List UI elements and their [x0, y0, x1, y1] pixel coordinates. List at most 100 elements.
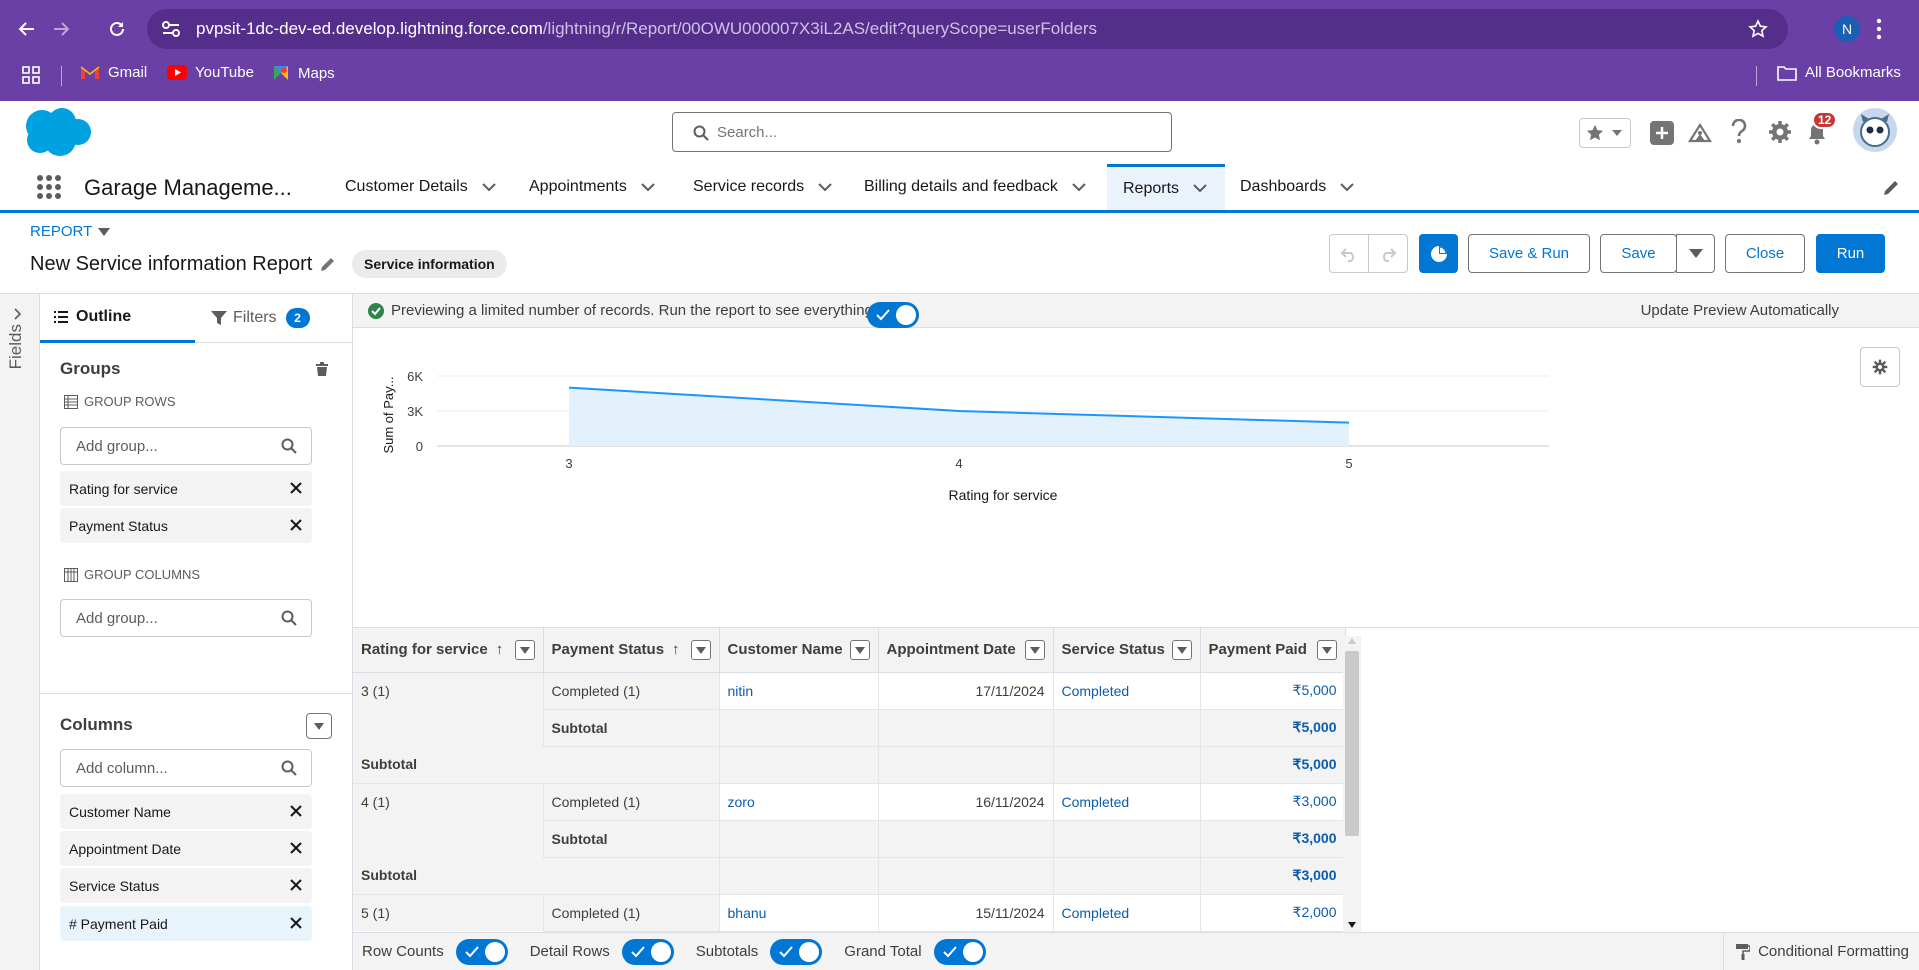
favorites-dropdown-icon[interactable]: [1612, 129, 1622, 137]
chart-toggle-button[interactable]: [1419, 234, 1458, 273]
chevron-down-icon[interactable]: [1340, 182, 1354, 192]
row-counts-toggle[interactable]: [455, 938, 508, 965]
columns-menu-dropdown[interactable]: [306, 713, 332, 739]
scroll-up-icon[interactable]: [1348, 638, 1356, 644]
site-settings-icon[interactable]: [161, 20, 181, 38]
all-bookmarks[interactable]: All Bookmarks: [1777, 64, 1901, 81]
sort-arrow-icon[interactable]: ↑: [672, 641, 680, 658]
address-bar[interactable]: pvpsit-1dc-dev-ed.develop.lightning.forc…: [147, 9, 1788, 49]
remove-icon[interactable]: [289, 518, 303, 532]
column-menu-dropdown[interactable]: [1024, 640, 1045, 660]
column-header[interactable]: Service Status: [1053, 628, 1201, 673]
nav-tab-dashboards[interactable]: Dashboards: [1240, 164, 1354, 210]
remove-icon[interactable]: [289, 481, 303, 495]
global-search-input[interactable]: Search...: [672, 112, 1172, 152]
bookmark-star-icon[interactable]: [1748, 19, 1768, 39]
fields-rail[interactable]: Fields: [0, 294, 40, 970]
column-header[interactable]: Payment Status ↑: [543, 628, 720, 673]
remove-icon[interactable]: [289, 878, 303, 892]
salesforce-logo[interactable]: [20, 106, 92, 158]
remove-icon[interactable]: [289, 841, 303, 855]
chevron-down-icon[interactable]: [818, 182, 832, 192]
chevron-down-icon[interactable]: [1193, 184, 1207, 193]
close-button[interactable]: Close: [1725, 234, 1805, 273]
nav-tab-appointments[interactable]: Appointments: [529, 164, 655, 210]
column-menu-dropdown[interactable]: [849, 640, 870, 660]
chevron-down-icon[interactable]: [1072, 182, 1086, 192]
table-cell[interactable]: 16/11/2024: [878, 783, 1054, 821]
subtotals-toggle[interactable]: [770, 938, 823, 965]
fields-label[interactable]: Fields: [6, 324, 26, 384]
edit-title-pencil-icon[interactable]: [320, 256, 336, 272]
bookmark-youtube[interactable]: YouTube: [167, 64, 254, 81]
nav-tab-service-records[interactable]: Service records: [693, 164, 832, 210]
chevron-down-icon[interactable]: [481, 182, 496, 192]
nav-tab-customer-details[interactable]: Customer Details: [345, 164, 496, 210]
global-actions-icon[interactable]: [1650, 121, 1674, 145]
save-button[interactable]: Save: [1600, 234, 1677, 273]
column-header[interactable]: Customer Name: [719, 628, 879, 673]
group-row-pill[interactable]: Rating for service: [60, 471, 312, 506]
column-header[interactable]: Rating for service ↑: [353, 628, 544, 673]
chevron-right-icon[interactable]: [14, 308, 22, 320]
column-pill[interactable]: Service Status: [60, 868, 312, 903]
column-menu-dropdown[interactable]: [1316, 640, 1337, 660]
add-group-column-input[interactable]: Add group...: [60, 599, 312, 637]
forward-icon[interactable]: [46, 14, 76, 44]
scrollbar-thumb[interactable]: [1345, 651, 1359, 836]
column-pill[interactable]: Appointment Date: [60, 831, 312, 866]
trailhead-icon[interactable]: [1687, 121, 1713, 145]
table-cell[interactable]: Completed: [1053, 894, 1201, 932]
profile-avatar[interactable]: N: [1834, 16, 1860, 42]
table-cell[interactable]: Completed: [1053, 783, 1201, 821]
column-header[interactable]: Payment Paid: [1200, 628, 1346, 673]
reload-icon[interactable]: [102, 14, 132, 44]
browser-menu-icon[interactable]: [1876, 18, 1882, 40]
table-cell[interactable]: 17/11/2024: [878, 672, 1054, 710]
redo-icon[interactable]: [1369, 235, 1408, 272]
sort-arrow-icon[interactable]: ↑: [496, 641, 504, 658]
column-pill[interactable]: Customer Name: [60, 794, 312, 829]
table-cell[interactable]: ₹2,000: [1200, 894, 1346, 932]
tab-filters[interactable]: Filters 2: [195, 294, 353, 343]
chart-settings-button[interactable]: [1860, 347, 1900, 387]
save-and-run-button[interactable]: Save & Run: [1468, 234, 1590, 273]
help-icon[interactable]: [1730, 119, 1748, 145]
table-cell[interactable]: 15/11/2024: [878, 894, 1054, 932]
scroll-down-icon[interactable]: [1348, 922, 1356, 928]
column-pill[interactable]: # Payment Paid: [60, 906, 312, 941]
table-cell[interactable]: nitin: [719, 672, 879, 710]
save-options-dropdown[interactable]: [1676, 234, 1715, 273]
column-menu-dropdown[interactable]: [1171, 640, 1192, 660]
group-row-pill[interactable]: Payment Status: [60, 508, 312, 543]
table-cell[interactable]: Completed: [1053, 672, 1201, 710]
column-menu-dropdown[interactable]: [514, 640, 535, 660]
setup-gear-icon[interactable]: [1768, 120, 1792, 144]
table-cell[interactable]: bhanu: [719, 894, 879, 932]
apps-grid-icon[interactable]: [22, 66, 40, 84]
nav-tab-billing-details[interactable]: Billing details and feedback: [864, 164, 1086, 210]
nav-tab-reports[interactable]: Reports: [1107, 164, 1225, 210]
table-scrollbar[interactable]: [1343, 636, 1361, 932]
favorites-button[interactable]: [1579, 118, 1631, 148]
delete-groups-icon[interactable]: [316, 362, 328, 376]
user-avatar[interactable]: [1853, 108, 1897, 152]
app-launcher-icon[interactable]: [36, 174, 62, 200]
column-header[interactable]: Appointment Date: [878, 628, 1054, 673]
table-cell[interactable]: ₹5,000: [1200, 672, 1346, 710]
run-button[interactable]: Run: [1816, 234, 1885, 273]
remove-icon[interactable]: [289, 804, 303, 818]
table-cell[interactable]: zoro: [719, 783, 879, 821]
edit-nav-pencil-icon[interactable]: [1882, 179, 1900, 197]
grand-total-toggle[interactable]: [933, 938, 986, 965]
add-column-input[interactable]: Add column...: [60, 749, 312, 787]
table-cell[interactable]: ₹3,000: [1200, 783, 1346, 821]
tab-outline[interactable]: Outline: [40, 294, 195, 343]
bookmark-maps[interactable]: Maps: [272, 64, 335, 82]
back-icon[interactable]: [12, 14, 42, 44]
undo-icon[interactable]: [1330, 235, 1369, 272]
remove-icon[interactable]: [289, 916, 303, 930]
column-menu-dropdown[interactable]: [690, 640, 711, 660]
conditional-formatting-button[interactable]: Conditional Formatting: [1723, 933, 1919, 970]
chevron-down-icon[interactable]: [641, 182, 655, 192]
